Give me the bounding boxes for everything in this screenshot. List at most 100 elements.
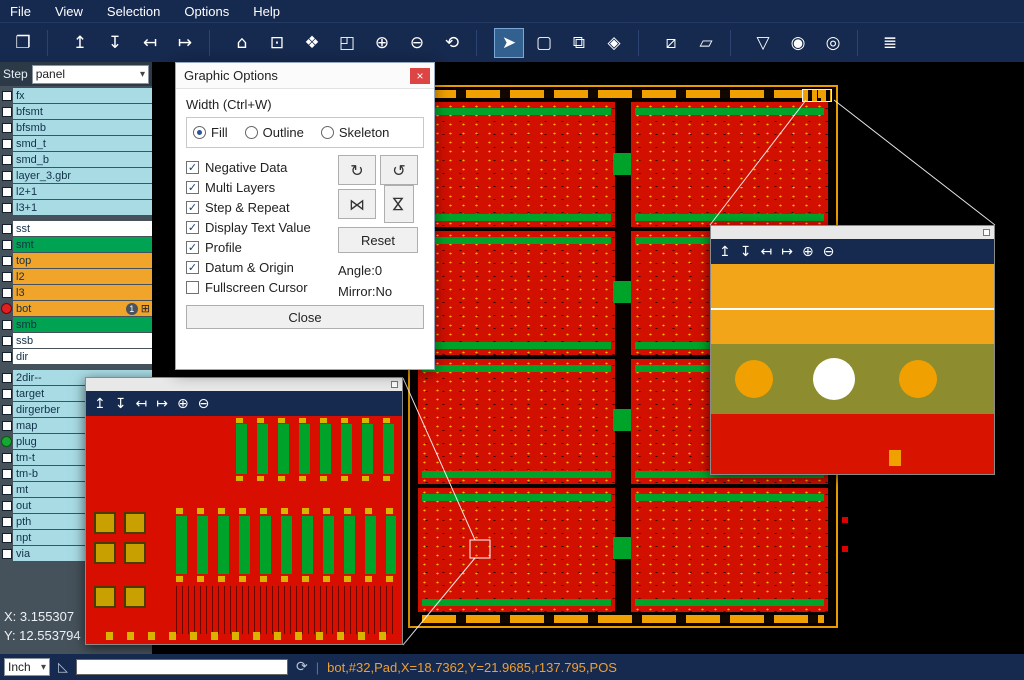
import-top-icon[interactable]: ↥ [94,396,106,412]
close-icon[interactable]: × [410,68,430,84]
unit-select[interactable]: Inch ▾ [4,658,50,676]
layer-color-cell[interactable]: bfsmt [13,104,152,119]
layer-checkbox[interactable] [0,139,13,149]
layer-checkbox[interactable] [0,389,13,399]
magnifier-titlebar[interactable] [86,378,402,391]
sync-icon[interactable]: ⟳ [296,659,308,675]
layer-checkbox[interactable] [0,373,13,383]
export-right-icon[interactable]: ↦ [781,244,793,260]
layer-row[interactable]: l3+1 [0,200,152,215]
layer-row[interactable]: bfsmb [0,120,152,135]
transform-tool-icon[interactable]: ◈ [599,28,629,58]
layer-checkbox[interactable] [0,123,13,133]
layer-checkbox[interactable] [0,352,13,362]
magnifier-titlebar[interactable] [711,226,994,239]
select-arrow-icon[interactable]: ➤ [494,28,524,58]
checkbox-multi-layers[interactable]: ✓Multi Layers [186,179,338,195]
import-bottom-icon[interactable]: ↧ [100,28,130,58]
layer-color-cell[interactable]: l3 [13,285,152,300]
zoom-in-icon[interactable]: ⊕ [802,244,814,260]
layer-row[interactable]: ssb [0,333,152,348]
layer-checkbox[interactable] [0,336,13,346]
radio-fill[interactable]: Fill [193,125,228,140]
layer-checkbox[interactable] [0,405,13,415]
checkbox-step-repeat[interactable]: ✓Step & Repeat [186,199,338,215]
layer-checkbox[interactable] [0,272,13,282]
checkbox-profile[interactable]: ✓Profile [186,239,338,255]
layer-row[interactable]: bfsmt [0,104,152,119]
checkbox-datum-origin[interactable]: ✓Datum & Origin [186,259,338,275]
zoom-window-icon[interactable]: ⊡ [262,28,292,58]
radio-skeleton[interactable]: Skeleton [321,125,390,140]
layer-color-cell[interactable]: bot1⊞ [13,301,152,316]
import-top-icon[interactable]: ↥ [719,244,731,260]
layer-row[interactable]: bot1⊞ [0,301,152,316]
dialog-titlebar[interactable]: Graphic Options × [176,63,434,89]
layer-checkbox[interactable] [0,107,13,117]
radio-outline[interactable]: Outline [245,125,304,140]
grid-icon[interactable]: ⊞ [141,302,150,315]
layer-row[interactable]: l2+1 [0,184,152,199]
checkbox-negative-data[interactable]: ✓Negative Data [186,159,338,175]
home-view-icon[interactable]: ⌂ [227,28,257,58]
layer-color-cell[interactable]: ssb [13,333,152,348]
layer-checkbox[interactable] [0,436,13,447]
layer-checkbox[interactable] [0,549,13,559]
layer-row[interactable]: layer_3.gbr [0,168,152,183]
layer-row[interactable]: smb [0,317,152,332]
layer-row[interactable]: smd_b [0,152,152,167]
zoom-in-icon[interactable]: ⊕ [177,396,189,412]
layer-row[interactable]: sst [0,221,152,236]
layer-checkbox[interactable] [0,240,13,250]
layer-checkbox[interactable] [0,485,13,495]
layer-checkbox[interactable] [0,91,13,101]
layer-checkbox[interactable] [0,517,13,527]
layer-color-cell[interactable]: layer_3.gbr [13,168,152,183]
layer-checkbox[interactable] [0,469,13,479]
snap-corner-icon[interactable]: ◺ [58,660,68,675]
layer-checkbox[interactable] [0,533,13,543]
layer-color-cell[interactable]: l2+1 [13,184,152,199]
select-page-icon[interactable]: ◰ [332,28,362,58]
layer-checkbox[interactable] [0,155,13,165]
mirror-vertical-icon[interactable]: ⋈ [338,189,376,219]
layer-row[interactable]: fx [0,88,152,103]
layer-checkbox[interactable] [0,501,13,511]
magnifier-window-1[interactable]: ↥↧↤↦⊕⊖ [85,377,403,645]
layer-color-cell[interactable]: smd_b [13,152,152,167]
layer-row[interactable]: smt [0,237,152,252]
export-right-icon[interactable]: ↦ [170,28,200,58]
menu-item-file[interactable]: File [10,4,31,19]
command-input[interactable] [76,659,288,675]
open-folder-icon[interactable]: ❐ [8,28,38,58]
layer-row[interactable]: l2 [0,269,152,284]
import-bottom-icon[interactable]: ↧ [740,244,752,260]
report-icon[interactable]: ≣ [875,28,905,58]
menu-item-selection[interactable]: Selection [107,4,160,19]
menu-item-help[interactable]: Help [253,4,280,19]
layer-checkbox[interactable] [0,203,13,213]
magnifier-window-2[interactable]: ↥↧↤↦⊕⊖ [710,225,995,475]
layer-color-cell[interactable]: top [13,253,152,268]
layer-row[interactable]: smd_t [0,136,152,151]
checkbox-display-text-value[interactable]: ✓Display Text Value [186,219,338,235]
export-left-icon[interactable]: ↤ [760,244,772,260]
rotate-cw-icon[interactable]: ↻ [338,155,376,185]
layer-checkbox[interactable] [0,303,13,314]
line-tool-icon[interactable]: ⧄ [656,28,686,58]
layer-checkbox[interactable] [0,453,13,463]
step-select[interactable]: panel ▾ [32,65,149,84]
layer-checkbox[interactable] [0,288,13,298]
rotate-ccw-icon[interactable]: ↺ [380,155,418,185]
menu-item-options[interactable]: Options [184,4,229,19]
layer-color-cell[interactable]: fx [13,88,152,103]
rect-select-icon[interactable]: ▢ [529,28,559,58]
mirror-diagonal-icon[interactable]: ⋈ [384,185,414,223]
layer-row[interactable]: dir [0,349,152,364]
close-button[interactable]: Close [186,305,424,329]
export-right-icon[interactable]: ↦ [156,396,168,412]
layer-color-cell[interactable]: smt [13,237,152,252]
zoom-out-icon[interactable]: ⊖ [402,28,432,58]
layer-color-cell[interactable]: sst [13,221,152,236]
eye-icon[interactable]: ◉ [783,28,813,58]
